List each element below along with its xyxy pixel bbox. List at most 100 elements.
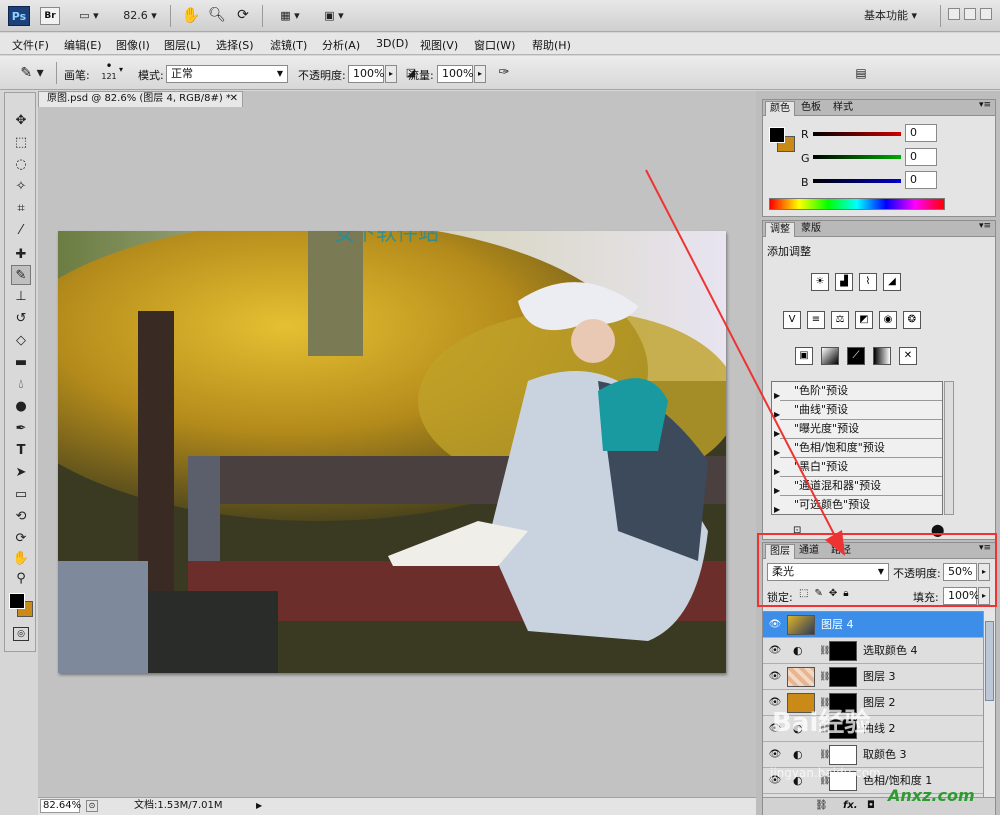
arrange-documents-button[interactable]: ▦ ▾: [272, 6, 308, 26]
workspace-switcher[interactable]: 基本功能 ▾: [864, 6, 930, 26]
zoom-tool-icon[interactable]: ⚲: [11, 569, 31, 589]
visibility-eye-icon[interactable]: 👁︎: [767, 644, 783, 658]
quick-mask-icon[interactable]: ◎: [13, 627, 29, 641]
menu-view[interactable]: 视图(V): [420, 37, 458, 53]
move-tool-icon[interactable]: ✥: [11, 111, 31, 131]
minimize-button[interactable]: [948, 8, 960, 20]
preset-channel-mixer[interactable]: "通道混和器"预设: [780, 477, 942, 496]
gradient-tool-icon[interactable]: ▬: [11, 353, 31, 373]
close-button[interactable]: [980, 8, 992, 20]
menu-image[interactable]: 图像(I): [116, 37, 150, 53]
channel-b-slider[interactable]: [813, 179, 901, 183]
eraser-tool-icon[interactable]: ◇: [11, 331, 31, 351]
tool-preset-picker[interactable]: ✎ ▾: [14, 63, 50, 83]
panel-menu-icon[interactable]: ▾≡: [979, 221, 991, 231]
link-icon[interactable]: ⛓: [815, 798, 828, 814]
menu-filter[interactable]: 滤镜(T): [270, 37, 307, 53]
bridge-button[interactable]: Br: [40, 7, 60, 25]
brush-panel-toggle-icon[interactable]: ▤: [852, 63, 870, 83]
dodge-tool-icon[interactable]: ●: [11, 397, 31, 417]
levels-icon[interactable]: ▟: [835, 273, 853, 291]
curves-icon[interactable]: ⌇: [859, 273, 877, 291]
close-icon[interactable]: ✕: [230, 92, 238, 106]
threshold-icon[interactable]: ⟋: [847, 347, 865, 365]
exposure-icon[interactable]: ◢: [883, 273, 901, 291]
selective-color-icon[interactable]: ✕: [899, 347, 917, 365]
menu-select[interactable]: 选择(S): [216, 37, 254, 53]
maximize-button[interactable]: [964, 8, 976, 20]
opacity-slider-arrow[interactable]: ▸: [385, 65, 397, 83]
quick-select-tool-icon[interactable]: ✧: [11, 177, 31, 197]
fx-icon[interactable]: fx.: [843, 798, 858, 814]
blur-tool-icon[interactable]: 💧︎: [11, 375, 31, 395]
zoom-field[interactable]: 82.64%: [40, 799, 81, 813]
opacity-input[interactable]: 100%: [348, 65, 384, 83]
invert-icon[interactable]: ▣: [795, 347, 813, 365]
tab-masks[interactable]: 蒙版: [797, 222, 825, 237]
document-tab[interactable]: 原图.psd @ 82.6% (图层 4, RGB/8#) * ✕: [38, 91, 243, 107]
preset-selective-color[interactable]: "可选颜色"预设: [780, 496, 942, 514]
layer-row[interactable]: 👁︎ ◐ ⛓ 选取颜色 4: [763, 638, 983, 664]
mask-icon[interactable]: ◘: [867, 798, 875, 814]
panel-menu-icon[interactable]: ▾≡: [979, 100, 991, 110]
clone-stamp-tool-icon[interactable]: ⊥: [11, 287, 31, 307]
visibility-eye-icon[interactable]: 👁︎: [767, 748, 783, 762]
history-brush-tool-icon[interactable]: ↺: [11, 309, 31, 329]
preset-hue-saturation[interactable]: "色相/饱和度"预设: [780, 439, 942, 458]
3d-rotate-tool-icon[interactable]: ⟲: [11, 507, 31, 527]
view-extras-button[interactable]: ▭ ▾: [72, 6, 106, 26]
image-canvas[interactable]: 安下软件站: [58, 231, 726, 673]
layer-row[interactable]: 👁︎ ⛓ 图层 3: [763, 664, 983, 690]
tab-swatches[interactable]: 色板: [797, 101, 825, 116]
visibility-eye-icon[interactable]: 👁︎: [767, 618, 783, 632]
menu-window[interactable]: 窗口(W): [474, 37, 515, 53]
tab-adjustments[interactable]: 调整: [765, 222, 795, 237]
presets-scrollbar[interactable]: [944, 381, 954, 515]
zoom-level-select[interactable]: 82.6 ▾: [118, 6, 162, 26]
layer-row[interactable]: 👁︎ 图层 4: [763, 612, 983, 638]
type-tool-icon[interactable]: T: [11, 441, 31, 461]
preset-curves[interactable]: "曲线"预设: [780, 401, 942, 420]
photo-filter-icon[interactable]: ◉: [879, 311, 897, 329]
menu-3d[interactable]: 3D(D): [376, 37, 409, 50]
black-white-icon[interactable]: ◩: [855, 311, 873, 329]
preset-levels[interactable]: "色阶"预设: [780, 382, 942, 401]
healing-tool-icon[interactable]: ✚: [11, 245, 31, 265]
rotate-view-icon[interactable]: ⟳: [232, 5, 254, 25]
layer-mask-thumbnail[interactable]: [829, 745, 857, 765]
channel-r-slider[interactable]: [813, 132, 901, 136]
color-balance-icon[interactable]: ⚖: [831, 311, 849, 329]
color-spectrum-ramp[interactable]: [769, 198, 945, 210]
path-select-tool-icon[interactable]: ➤: [11, 463, 31, 483]
layer-mask-thumbnail[interactable]: [829, 667, 857, 687]
tab-styles[interactable]: 样式: [829, 101, 857, 116]
menu-help[interactable]: 帮助(H): [532, 37, 571, 53]
channel-g-slider[interactable]: [813, 155, 901, 159]
zoom-tool-icon[interactable]: 🔍︎: [206, 5, 228, 25]
airbrush-icon[interactable]: ✑: [494, 63, 514, 83]
pen-tool-icon[interactable]: ✒: [11, 419, 31, 439]
flow-slider-arrow[interactable]: ▸: [474, 65, 486, 83]
menu-layer[interactable]: 图层(L): [164, 37, 201, 53]
menu-file[interactable]: 文件(F): [12, 37, 49, 53]
eyedropper-tool-icon[interactable]: ⁄: [11, 221, 31, 241]
gradient-map-icon[interactable]: [873, 347, 891, 365]
channel-r-input[interactable]: 0: [905, 124, 937, 142]
marquee-tool-icon[interactable]: ⬚: [11, 133, 31, 153]
shape-tool-icon[interactable]: ▭: [11, 485, 31, 505]
layer-mask-thumbnail[interactable]: [829, 641, 857, 661]
foreground-color-swatch[interactable]: [9, 593, 25, 609]
channel-mixer-icon[interactable]: ❂: [903, 311, 921, 329]
menu-analysis[interactable]: 分析(A): [322, 37, 360, 53]
brush-tool-icon[interactable]: ✎: [11, 265, 31, 285]
color-panel-foreground[interactable]: [769, 127, 785, 143]
layers-scrollbar[interactable]: [983, 611, 995, 797]
visibility-eye-icon[interactable]: 👁︎: [767, 670, 783, 684]
layer-row[interactable]: 👁︎ ◐ ⛓ 取颜色 3: [763, 742, 983, 768]
status-arrow-icon[interactable]: ▶: [256, 800, 268, 812]
preset-black-white[interactable]: "黑白"预设: [780, 458, 942, 477]
status-menu-icon[interactable]: ⊙: [86, 800, 98, 812]
channel-g-input[interactable]: 0: [905, 148, 937, 166]
screen-mode-button[interactable]: ▣ ▾: [316, 6, 352, 26]
lasso-tool-icon[interactable]: ◌: [11, 155, 31, 175]
